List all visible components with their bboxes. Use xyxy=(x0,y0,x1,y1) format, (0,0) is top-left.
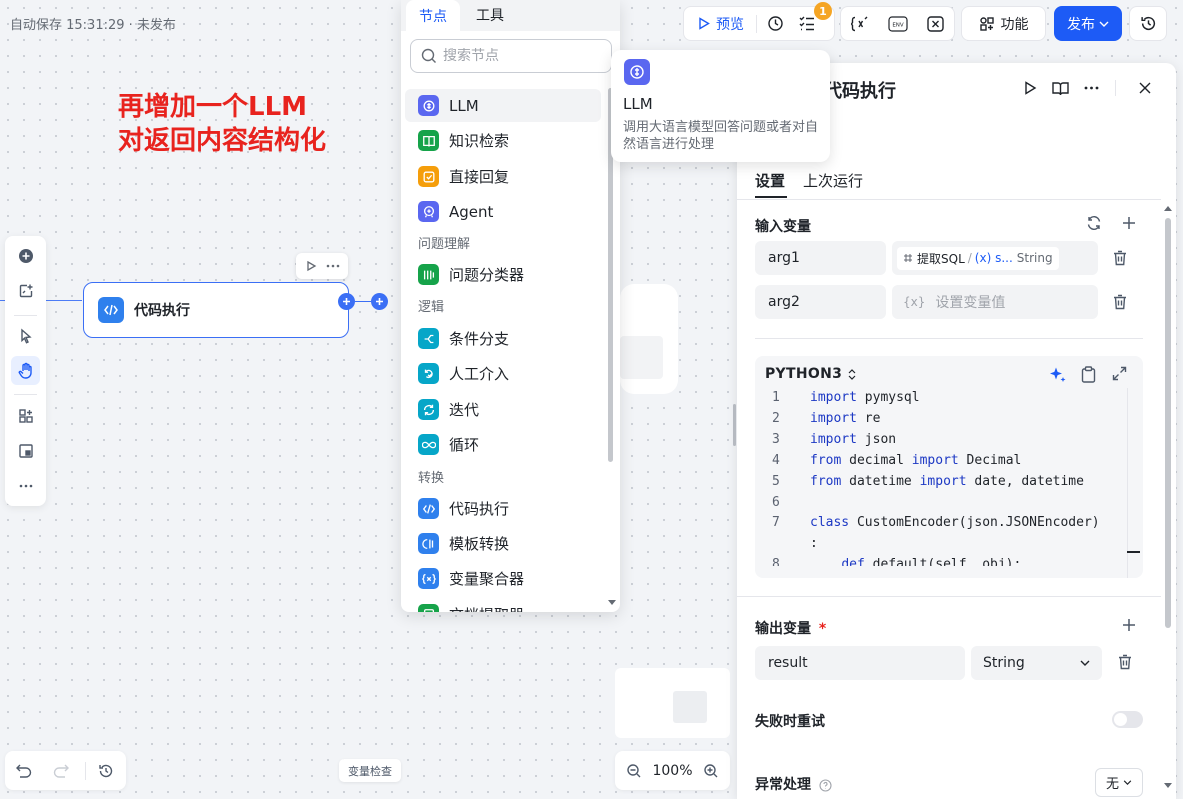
iterate-icon xyxy=(418,399,439,420)
node-item[interactable]: 条件分支 xyxy=(405,322,601,355)
output-type-value: String xyxy=(983,655,1025,671)
loop-icon xyxy=(418,434,439,455)
divider xyxy=(85,762,86,780)
zoom-in-icon[interactable] xyxy=(703,763,719,779)
chevron-down-icon xyxy=(1080,660,1090,666)
node-item-label: 变量聚合器 xyxy=(449,570,525,588)
variable-check-button[interactable]: 变量检查 xyxy=(339,759,401,782)
node-item[interactable]: Agent xyxy=(405,195,601,228)
tooltip-title: LLM xyxy=(623,95,653,113)
chevron-down-icon xyxy=(1123,780,1132,785)
undo-redo-bar xyxy=(5,751,126,790)
retry-label: 失败时重试 xyxy=(755,714,825,730)
output-type-select[interactable]: String xyxy=(971,646,1102,680)
node-item-label: 循环 xyxy=(449,436,480,454)
node-item-label: 迭代 xyxy=(449,401,480,419)
version-history-icon[interactable] xyxy=(95,760,117,782)
output-variables-label: 输出变量 * xyxy=(755,618,826,638)
node-list: LLM 知识检索直接回复 Agent 问题分类器条件分支人工介入迭代循环代码执行模板转… xyxy=(0,0,1183,612)
delete-icon[interactable] xyxy=(1118,654,1132,670)
aggregator-icon xyxy=(418,568,439,589)
node-item-label: LLM xyxy=(449,96,479,115)
required-asterisk: * xyxy=(818,621,827,637)
scroll-down-arrow-icon[interactable] xyxy=(608,600,616,605)
tooltip-description: 调用大语言模型回答问题或者对自然语言进行处理 xyxy=(623,120,819,152)
node-item-label: 代码执行 xyxy=(449,500,510,518)
llm-icon xyxy=(624,59,650,85)
exception-text: 异常处理 xyxy=(755,777,811,793)
node-item-label: 文档提取器 xyxy=(449,604,524,612)
node-item[interactable]: 文档提取器 xyxy=(405,598,601,612)
node-item[interactable]: 代码执行 xyxy=(405,492,601,525)
node-item-label: 问题分类器 xyxy=(449,266,525,284)
code-icon xyxy=(418,498,439,519)
node-item[interactable]: 循环 xyxy=(405,428,601,461)
group-question: 问题理解 xyxy=(418,237,471,252)
scroll-down-arrow-icon[interactable] xyxy=(1164,783,1172,788)
node-item[interactable]: 问题分类器 xyxy=(405,258,601,291)
reply-icon xyxy=(418,166,439,187)
agent-icon xyxy=(418,201,439,222)
node-item[interactable]: 直接回复 xyxy=(405,160,601,193)
retry-toggle-knob xyxy=(1114,713,1127,726)
node-item-label: 模板转换 xyxy=(449,535,510,553)
node-item[interactable]: 人工介入 xyxy=(405,357,601,390)
exception-value: 无 xyxy=(1105,777,1119,792)
node-item-label: 条件分支 xyxy=(449,330,510,348)
redo-icon[interactable] xyxy=(50,760,72,782)
node-item-label: 人工介入 xyxy=(449,365,510,383)
human-icon xyxy=(418,363,439,384)
undo-icon[interactable] xyxy=(13,760,35,782)
branch-icon xyxy=(418,328,439,349)
zoom-level[interactable]: 100% xyxy=(652,763,692,779)
zoom-controls: 100% xyxy=(615,751,730,790)
node-item-label: 知识检索 xyxy=(449,132,510,150)
minimap-viewport xyxy=(673,691,707,723)
help-circle-icon xyxy=(819,778,832,792)
node-item-label: 直接回复 xyxy=(449,168,510,186)
classifier-icon xyxy=(418,264,439,285)
node-item[interactable]: 迭代 xyxy=(405,393,601,426)
output-name-field[interactable]: result xyxy=(755,646,965,680)
node-item[interactable]: 知识检索 xyxy=(405,124,601,157)
zoom-out-icon[interactable] xyxy=(626,763,642,779)
doc-extract-icon xyxy=(418,604,439,612)
exception-label: 异常处理 xyxy=(755,774,832,794)
group-logic: 逻辑 xyxy=(418,300,445,315)
node-item-label: Agent xyxy=(449,202,494,221)
exception-select[interactable]: 无 xyxy=(1095,768,1143,797)
output-variables-text: 输出变量 xyxy=(755,621,811,637)
book-icon xyxy=(418,130,439,151)
llm-icon xyxy=(418,95,439,116)
group-transform: 转换 xyxy=(418,471,445,486)
template-icon xyxy=(418,533,439,554)
add-output-icon[interactable] xyxy=(1122,618,1136,632)
node-item[interactable]: 变量聚合器 xyxy=(405,562,601,595)
node-item[interactable]: LLM xyxy=(405,89,601,122)
node-item[interactable]: 模板转换 xyxy=(405,527,601,560)
